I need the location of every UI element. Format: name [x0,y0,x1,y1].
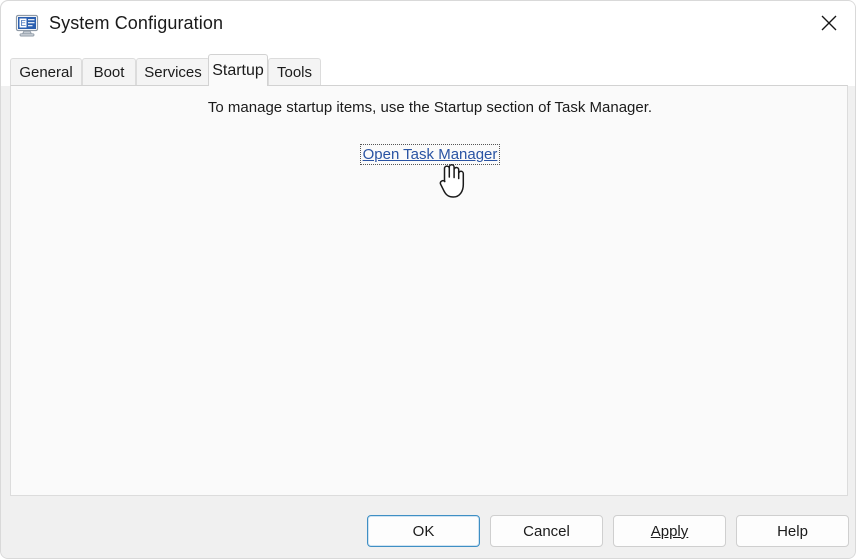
help-button-label: Help [777,522,808,540]
tab-services[interactable]: Services [136,58,210,86]
tab-label: General [19,64,73,81]
tab-label: Boot [93,64,125,81]
tab-strip: General Boot Services Startup Tools [1,51,855,86]
tab-label: Startup [212,61,264,79]
svg-text:E: E [21,19,26,28]
dialog-button-bar: OK Cancel Apply Help 电脑系统城 pcxitongcheng… [1,497,855,558]
tab-boot[interactable]: Boot [82,58,136,86]
tab-startup[interactable]: Startup [208,54,268,86]
tab-tools[interactable]: Tools [268,58,321,86]
system-configuration-window: E System Configuration General Boot Serv… [0,0,856,559]
help-button[interactable]: Help [736,515,849,547]
ok-button[interactable]: OK [367,515,480,547]
ok-button-label: OK [412,522,435,540]
open-task-manager-link[interactable]: Open Task Manager [359,144,501,165]
apply-button[interactable]: Apply [613,515,726,547]
tab-label: Tools [276,64,313,81]
title-bar: E System Configuration [1,1,855,51]
tab-general[interactable]: General [10,58,82,86]
system-configuration-icon: E [15,14,41,38]
startup-tab-panel: To manage startup items, use the Startup… [10,85,848,496]
open-task-manager-row: Open Task Manager [11,144,847,165]
apply-button-label: Apply [650,522,689,540]
close-button[interactable] [801,1,855,45]
cancel-button-label: Cancel [523,522,570,540]
startup-info-text: To manage startup items, use the Startup… [207,99,653,116]
tab-label: Services [144,64,202,81]
close-icon [821,15,837,31]
cancel-button[interactable]: Cancel [490,515,603,547]
window-title: System Configuration [49,13,224,33]
